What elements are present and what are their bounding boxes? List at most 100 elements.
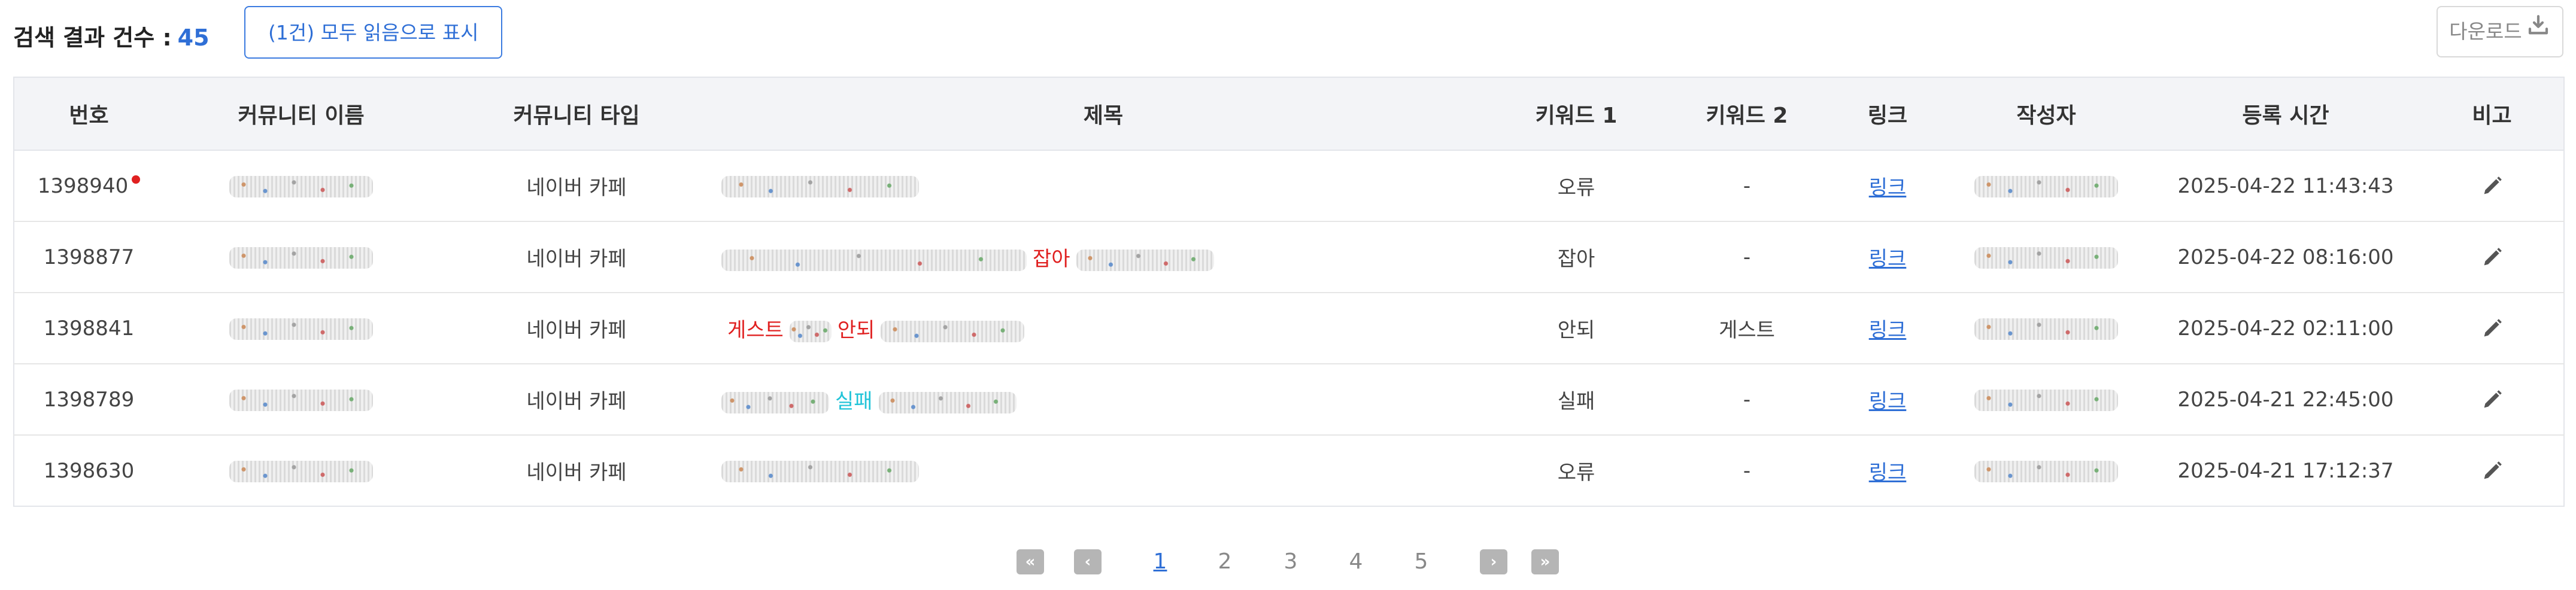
keyword-2: - [1660,150,1834,222]
link-cell: 링크 [1834,221,1941,293]
registered-time: 2025-04-21 22:45:00 [2151,364,2420,436]
author [1941,293,2151,364]
redacted-community-name [229,461,373,482]
redacted-title [721,461,919,482]
post-id: 1398841 [14,293,163,364]
keyword-1: 오류 [1557,461,1595,485]
post-id: 1398630 [43,458,135,483]
result-count-value: 45 [177,25,210,51]
post-title[interactable] [714,150,1492,222]
registered-time: 2025-04-21 17:12:37 [2177,458,2394,483]
result-count-label: 검색 결과 건수 : [13,25,172,51]
column-header: 링크 [1834,77,1941,151]
table-row[interactable]: 1398841 네이버 카페 게스트 안되 안되 게스트 링크 2025-04-22 02:1… [14,293,2564,364]
post-link[interactable]: 링크 [1869,461,1907,485]
post-link[interactable]: 링크 [1869,390,1907,413]
post-title[interactable]: 잡아 [714,221,1492,293]
link-cell: 링크 [1834,364,1941,436]
keyword-2: - [1743,458,1751,483]
page-number[interactable]: 3 [1279,549,1303,574]
page-number[interactable]: 1 [1148,549,1172,574]
link-cell: 링크 [1834,435,1941,506]
redacted-author [1974,247,2118,269]
link-cell: 링크 [1834,150,1941,222]
first-page-icon[interactable]: « [1017,549,1044,574]
post-title[interactable]: 게스트 안되 [714,293,1492,364]
column-header: 제목 [714,77,1492,151]
post-link[interactable]: 링크 [1869,247,1907,271]
pencil-icon[interactable] [2480,387,2504,411]
community-type: 네이버 카페 [439,221,714,293]
page-number[interactable]: 5 [1409,549,1433,574]
table-header-row: 번호 커뮤니티 이름 커뮤니티 타입 제목 키워드 1 키워드 2 링크 작성자 등록 시간 비고 [14,77,2564,151]
post-id: 1398940 [14,150,163,222]
mark-all-read-button[interactable]: (1건) 모두 읽음으로 표시 [244,6,503,59]
community-type: 네이버 카페 [439,293,714,364]
toolbar: 검색 결과 건수 :45 (1건) 모두 읽음으로 표시 다운로드 [13,6,2563,60]
edit-cell [2420,435,2564,506]
link-cell: 링크 [1834,293,1941,364]
pencil-icon[interactable] [2480,174,2504,197]
last-page-icon[interactable]: » [1531,549,1559,574]
edit-cell [2420,364,2564,436]
column-header: 키워드 2 [1660,77,1834,151]
author [1941,221,2151,293]
edit-cell [2420,293,2564,364]
title-keyword: 잡아 [1033,247,1070,271]
page-number[interactable]: 4 [1344,549,1368,574]
keyword-1: 오류 [1492,150,1660,222]
post-link[interactable]: 링크 [1869,318,1907,342]
post-title[interactable] [714,435,1492,506]
download-icon [2526,7,2551,57]
keyword-2: 게스트 [1660,293,1834,364]
pencil-icon[interactable] [2480,245,2504,269]
redacted-title [789,320,832,342]
table-row[interactable]: 1398630 네이버 카페 오류 - 링크 2025-04-21 17:12:37 [14,435,2564,506]
column-header: 비고 [2420,77,2564,151]
community-type: 네이버 카페 [439,364,714,436]
community-type: 네이버 카페 [439,150,714,222]
redacted-community-name [229,176,373,197]
keyword-2: - [1660,221,1834,293]
table-row[interactable]: 1398877 네이버 카페 잡아 잡아 - 링크 2025-04-22 08:16:00 [14,221,2564,293]
redacted-title [881,320,1025,342]
pencil-icon[interactable] [2480,316,2504,340]
prev-page-icon[interactable]: ‹ [1074,549,1102,574]
edit-cell [2420,150,2564,222]
redacted-title [721,176,919,197]
registered-time: 2025-04-22 08:16:00 [2151,221,2420,293]
redacted-community-name [229,390,373,411]
title-keyword: 게스트 [727,318,784,342]
table-row[interactable]: 1398789 네이버 카페 실패 실패 - 링크 2025-04-21 22:45:00 [14,364,2564,436]
table-row[interactable]: 1398940 네이버 카페 오류 - 링크 2025-04-22 11:43:43 [14,150,2564,222]
post-title[interactable]: 실패 [714,364,1492,436]
page-number[interactable]: 2 [1213,549,1237,574]
author [1941,364,2151,436]
result-count: 검색 결과 건수 :45 [13,19,210,52]
registered-time: 2025-04-22 11:43:43 [2151,150,2420,222]
unread-dot-icon [132,175,141,184]
title-keyword: 안되 [837,318,875,342]
keyword-2: - [1660,364,1834,436]
keyword-1: 잡아 [1492,221,1660,293]
redacted-title [1076,249,1214,271]
column-header: 등록 시간 [2151,77,2420,151]
column-header: 번호 [14,77,163,151]
post-id: 1398877 [14,221,163,293]
next-page-icon[interactable]: › [1480,549,1507,574]
post-link[interactable]: 링크 [1869,176,1907,200]
community-name [163,364,439,436]
author [1941,435,2151,506]
pencil-icon[interactable] [2480,458,2504,482]
community-type: 네이버 카페 [526,461,627,485]
redacted-author [1974,176,2118,197]
table-body: 1398940 네이버 카페 오류 - 링크 2025-04-22 11:43:43 139… [14,150,2564,506]
redacted-community-name [229,318,373,340]
keyword-1: 안되 [1492,293,1660,364]
redacted-title [721,249,1027,271]
author [1941,150,2151,222]
community-name [163,150,439,222]
download-button[interactable]: 다운로드 [2437,6,2563,57]
column-header: 커뮤니티 이름 [163,77,439,151]
column-header: 커뮤니티 타입 [439,77,714,151]
